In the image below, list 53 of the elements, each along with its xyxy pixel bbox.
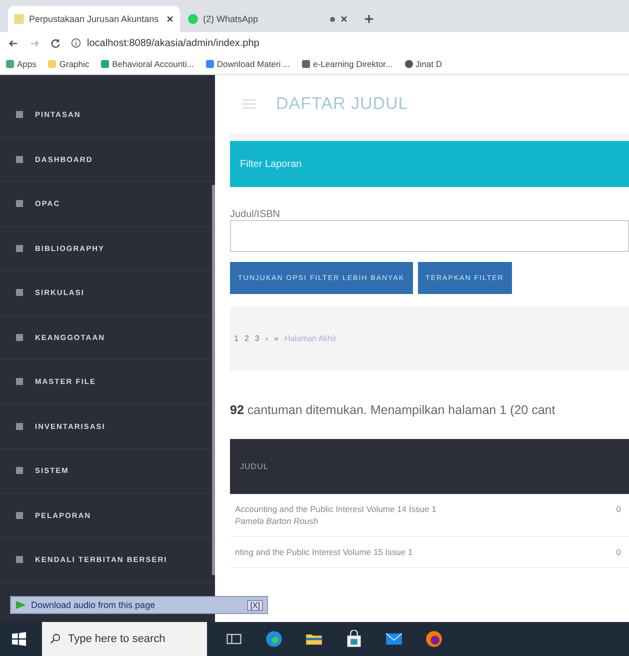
field-label: Judul/ISBN <box>230 209 282 220</box>
table-cell: 0 <box>616 547 621 557</box>
page-icon <box>14 14 24 24</box>
bookmark[interactable]: Apps <box>6 59 36 69</box>
square-icon <box>16 244 23 252</box>
bookmark[interactable]: Behavioral Accounti... <box>101 59 194 69</box>
play-icon <box>15 600 27 610</box>
browser-tab[interactable]: (2) WhatsApp <box>182 6 354 32</box>
result-count: 92 cantuman ditemukan. Menampilkan halaman 1 (20 cant <box>230 371 629 439</box>
pagination-link[interactable]: 1 <box>234 334 238 343</box>
square-icon <box>16 378 23 386</box>
browser-tab[interactable]: Perpustakaan Jurusan Akuntans <box>8 6 180 32</box>
pagination-link[interactable]: 2 <box>244 334 249 343</box>
square-icon <box>16 512 23 519</box>
filter-header: Filter Laporan <box>230 141 629 187</box>
table-cell-text: 0 <box>616 504 621 516</box>
square-icon <box>16 334 23 341</box>
close-icon[interactable] <box>166 15 174 23</box>
table-cell: nting and the Public Interest Volume 15 Issue 1 <box>235 547 413 557</box>
pagination-link[interactable]: » <box>274 334 278 343</box>
bookmark[interactable]: Graphic <box>48 59 90 69</box>
table-cell: Accounting and the Public Interest Volume 14 Issue 1 Pamela Barton Roush <box>235 504 436 526</box>
bookmark[interactable]: e-Learning Direktor... <box>302 59 392 69</box>
table-header: JUDUL <box>230 439 629 494</box>
close-icon[interactable] <box>340 15 348 23</box>
address-field[interactable]: localhost:8089/akasia/admin/index.php <box>71 34 621 52</box>
tab-title: Perpustakaan Jurusan Akuntans <box>29 14 160 24</box>
square-icon <box>16 556 23 564</box>
dot-icon <box>330 16 335 22</box>
scrollbar[interactable] <box>212 185 215 575</box>
input-field[interactable] <box>230 220 629 252</box>
new-tab-icon[interactable] <box>364 14 374 24</box>
square-icon <box>16 289 23 296</box>
search-icon <box>50 633 61 644</box>
square-icon <box>16 200 23 208</box>
tab-title: (2) WhatsApp <box>203 14 260 24</box>
shopping-bag-icon[interactable] <box>345 630 363 648</box>
back-arrow-icon[interactable] <box>8 38 19 48</box>
search-field[interactable]: Type here to search <box>42 622 207 656</box>
windows-icon[interactable] <box>12 632 26 646</box>
square-icon <box>16 156 23 163</box>
pagination-link[interactable]: 3 <box>254 334 260 343</box>
reload-icon[interactable] <box>50 38 61 48</box>
pagination-link[interactable]: › <box>265 334 268 343</box>
square-icon <box>16 111 23 118</box>
download-bar[interactable]: Download audio from this page [X] <box>10 596 268 614</box>
square-icon <box>16 422 23 430</box>
bookmark[interactable]: Download Materi ... <box>206 59 290 69</box>
square-icon <box>16 467 23 474</box>
info-icon <box>71 38 81 48</box>
bookmark[interactable]: Jinat D <box>404 59 442 69</box>
close-button[interactable]: [X] <box>247 600 263 610</box>
page-title: DAFTAR JUDUL <box>276 94 408 114</box>
